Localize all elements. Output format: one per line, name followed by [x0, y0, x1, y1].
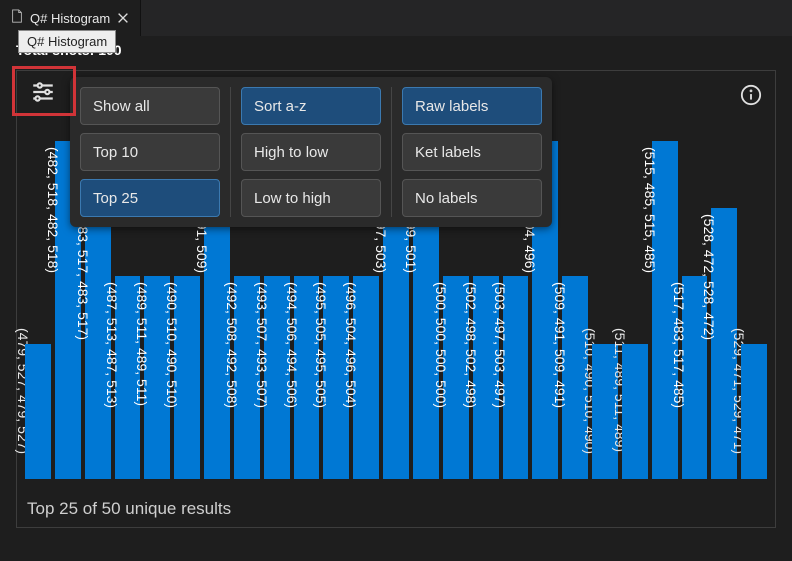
bar[interactable]: (503, 497, 503, 497): [503, 276, 529, 479]
sort-high-low[interactable]: High to low: [241, 133, 381, 171]
bar-wrap: (511, 489, 511, 489): [622, 83, 648, 479]
histogram-card: Show all Top 10 Top 25 Sort a-z High to low L…: [16, 70, 776, 528]
filter-top-10[interactable]: Top 10: [80, 133, 220, 171]
bar-label: (496, 504, 496, 504): [343, 282, 359, 408]
panel-separator: [230, 87, 231, 217]
bar[interactable]: (490, 510, 490, 510): [174, 276, 200, 479]
bar-label: (489, 511, 489, 511): [134, 282, 150, 406]
labels-raw[interactable]: Raw labels: [402, 87, 542, 125]
bar-label: (495, 505, 495, 505): [313, 282, 329, 408]
sort-low-high[interactable]: Low to high: [241, 179, 381, 217]
sort-az[interactable]: Sort a-z: [241, 87, 381, 125]
bar[interactable]: [25, 344, 51, 479]
bar-label: (509, 491, 509, 491): [552, 282, 568, 408]
labels-ket[interactable]: Ket labels: [402, 133, 542, 171]
file-icon: [10, 9, 24, 28]
bar-label: (490, 510, 490, 510): [164, 282, 180, 408]
tab-label: Q# Histogram: [30, 11, 110, 26]
info-icon[interactable]: [737, 81, 765, 109]
bar-label: (503, 497, 503, 497): [492, 282, 508, 408]
bar-label: (493, 507, 493, 507): [254, 282, 270, 408]
bar-label: (487, 513, 487, 513): [104, 282, 120, 408]
bar-label: (528, 472, 528, 472): [701, 214, 717, 340]
bar-label: (517, 483, 517, 485): [671, 282, 687, 408]
tab-strip: Q# Histogram: [0, 0, 792, 36]
bar[interactable]: [741, 344, 767, 479]
footer-text: Top 25 of 50 unique results: [27, 499, 231, 519]
tab-tooltip: Q# Histogram: [18, 30, 116, 53]
bar-label: (515, 485, 515, 485): [642, 147, 658, 273]
bar-label: (482, 518, 482, 518): [45, 147, 61, 273]
bar-label: (492, 508, 492, 508): [224, 282, 240, 408]
bar[interactable]: (496, 504, 496, 504): [353, 276, 379, 479]
bar-wrap: (529, 471, 529, 471): [741, 83, 767, 479]
bar[interactable]: [622, 344, 648, 479]
bar-label: (500, 500, 500, 500): [433, 282, 449, 408]
header: Total shots: 100: [0, 36, 792, 64]
options-panel: Show all Top 10 Top 25 Sort a-z High to low L…: [70, 77, 552, 227]
bar-label: (483, 517, 483, 517): [75, 214, 91, 340]
settings-icon[interactable]: [23, 75, 63, 109]
panel-separator: [391, 87, 392, 217]
filter-top-25[interactable]: Top 25: [80, 179, 220, 217]
close-icon[interactable]: [116, 11, 130, 25]
bar-wrap: (479, 527, 479, 527): [25, 83, 51, 479]
bar-label: (502, 498, 502, 498): [463, 282, 479, 408]
bar-label: (494, 506, 494, 506): [284, 282, 300, 408]
bar-wrap: (515, 485, 515, 485): [652, 83, 678, 479]
filter-show-all[interactable]: Show all: [80, 87, 220, 125]
labels-none[interactable]: No labels: [402, 179, 542, 217]
